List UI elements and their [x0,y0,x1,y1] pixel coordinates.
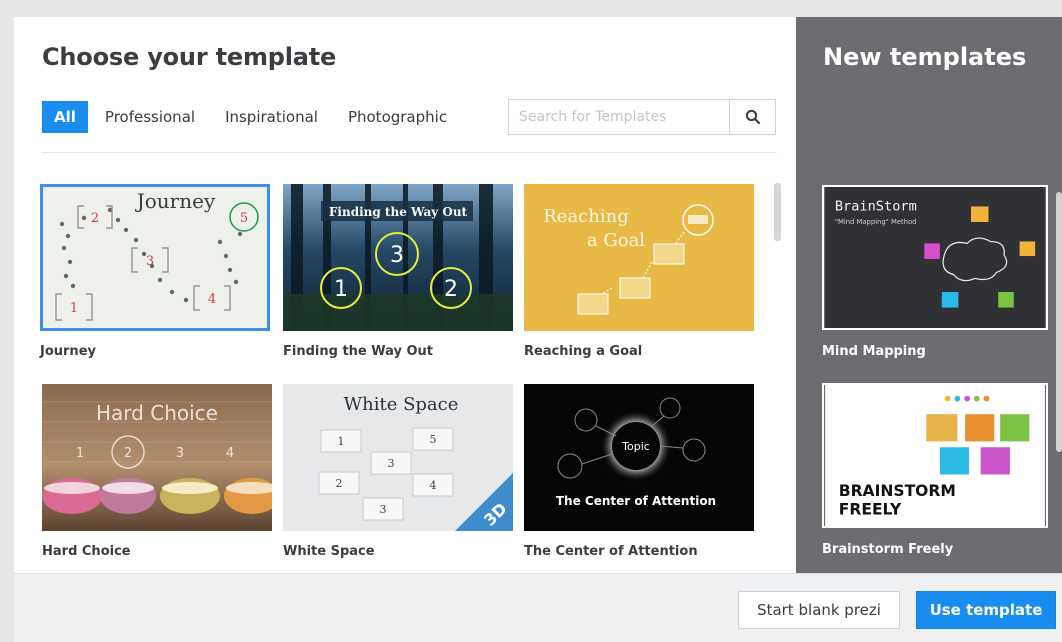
tab-inspirational[interactable]: Inspirational [212,101,331,133]
white-space-number: 3 [388,457,395,470]
new-templates-list: BrainStorm "Mind Mapping" Method Mind Ma… [822,185,1052,581]
template-card-reaching-a-goal[interactable]: Reaching a Goal Reaching a Goal [524,184,754,359]
template-thumbnail: Reaching a Goal [524,184,754,331]
template-label: Brainstorm Freely [822,542,954,557]
goal-thumb-title-1: Reaching [543,206,628,227]
journey-thumb-title: Journey [135,189,216,213]
white-space-thumbnail-art: White Space 1 5 3 2 4 3 3D [283,384,513,531]
search-box [508,99,776,135]
template-label: Mind Mapping [822,344,926,359]
screen: Choose your template All Professional In… [0,0,1062,642]
hard-choice-thumbnail-art: Hard Choice 1 2 3 4 [42,384,272,531]
forest-thumb-title: Finding the Way Out [329,205,468,219]
hard-choice-number: 1 [76,446,84,461]
start-blank-prezi-button[interactable]: Start blank prezi [738,591,900,629]
filter-tabs: All Professional Inspirational Photograp… [42,101,464,133]
template-thumbnail: Hard Choice 1 2 3 4 [42,384,272,531]
journey-number: 5 [240,211,248,226]
goal-thumb-title-2: a Goal [587,230,645,251]
hard-choice-number: 3 [176,446,184,461]
mind-mapping-thumb-subtitle: "Mind Mapping" Method [835,218,917,226]
dialog-footer: Start blank prezi Use template [14,573,1062,642]
brainstorm-thumb-line1: BRAINSTORM [839,482,956,500]
template-thumbnail: BrainStorm "Mind Mapping" Method [822,185,1048,330]
template-thumbnail: Topic The Center of Attention [524,384,754,531]
use-template-button[interactable]: Use template [916,591,1056,629]
template-card-brainstorm-freely[interactable]: BRAINSTORM FREELY Brainstorm Freely [822,383,1052,557]
hard-choice-number: 4 [226,446,234,461]
white-space-number: 3 [380,503,387,516]
journey-number: 4 [208,292,216,307]
template-card-hard-choice[interactable]: Hard Choice 1 2 3 4 Hard Choice [42,384,272,559]
search-input[interactable] [509,100,729,134]
tab-all[interactable]: All [42,101,88,133]
journey-thumbnail-art: Journey 2 5 3 4 1 [40,184,270,331]
template-label: Reaching a Goal [524,344,643,359]
template-label: White Space [283,544,375,559]
goal-thumbnail-art: Reaching a Goal [524,184,754,331]
divider [42,152,777,153]
white-space-number: 5 [430,433,437,446]
search-button[interactable] [729,100,775,134]
template-label: Hard Choice [42,544,131,559]
forest-number: 1 [334,277,348,302]
search-icon [745,109,760,125]
sidebar-title: New templates [823,43,1027,71]
journey-number: 3 [146,254,154,269]
brainstorm-freely-thumbnail-art: BRAINSTORM FREELY [825,385,1045,526]
forest-thumbnail-art: Finding the Way Out 3 1 2 [283,184,513,331]
main-panel: Choose your template All Professional In… [14,17,796,573]
white-space-number: 4 [430,479,437,492]
template-dialog: Choose your template All Professional In… [14,17,1062,642]
mind-mapping-thumb-title: BrainStorm [835,198,917,214]
dialog-title: Choose your template [42,43,337,71]
journey-number: 2 [91,211,99,226]
center-thumb-title: The Center of Attention [556,494,716,508]
template-thumbnail: Finding the Way Out 3 1 2 [283,184,513,331]
white-space-number: 2 [336,477,343,490]
template-card-finding-the-way-out[interactable]: Finding the Way Out 3 1 2 Finding the Wa… [283,184,513,359]
new-templates-sidebar: New templates BrainStorm "Mind Mapping" … [796,17,1062,573]
center-thumb-word: Topic [621,440,650,453]
template-card-white-space[interactable]: White Space 1 5 3 2 4 3 3D White Space [283,384,513,559]
tab-professional[interactable]: Professional [92,101,208,133]
white-space-number: 1 [338,435,345,448]
template-label: Journey [40,344,96,359]
brainstorm-thumb-line2: FREELY [839,500,902,518]
template-thumbnail: Journey 2 5 3 4 1 [40,184,270,331]
grid-scrollbar[interactable] [774,183,781,241]
white-space-thumb-title: White Space [344,394,459,415]
template-label: The Center of Attention [524,544,698,559]
hard-choice-thumb-title: Hard Choice [96,401,218,425]
template-thumbnail: White Space 1 5 3 2 4 3 3D [283,384,513,531]
journey-number: 1 [70,301,78,316]
sidebar-scrollbar[interactable] [1056,192,1062,452]
template-label: Finding the Way Out [283,344,434,359]
center-thumbnail-art: Topic The Center of Attention [524,384,754,531]
forest-number: 2 [444,277,458,302]
forest-number: 3 [390,243,404,268]
template-card-journey[interactable]: Journey 2 5 3 4 1 Journey [40,184,270,359]
hard-choice-number: 2 [124,446,132,461]
tab-photographic[interactable]: Photographic [335,101,460,133]
template-grid: Journey 2 5 3 4 1 Journey Finding the Wa… [40,184,760,569]
mind-mapping-thumbnail-art: BrainStorm "Mind Mapping" Method [825,187,1045,328]
template-card-center-of-attention[interactable]: Topic The Center of Attention The Center… [524,384,754,559]
template-card-mind-mapping[interactable]: BrainStorm "Mind Mapping" Method Mind Ma… [822,185,1052,359]
template-thumbnail: BRAINSTORM FREELY [822,383,1048,528]
